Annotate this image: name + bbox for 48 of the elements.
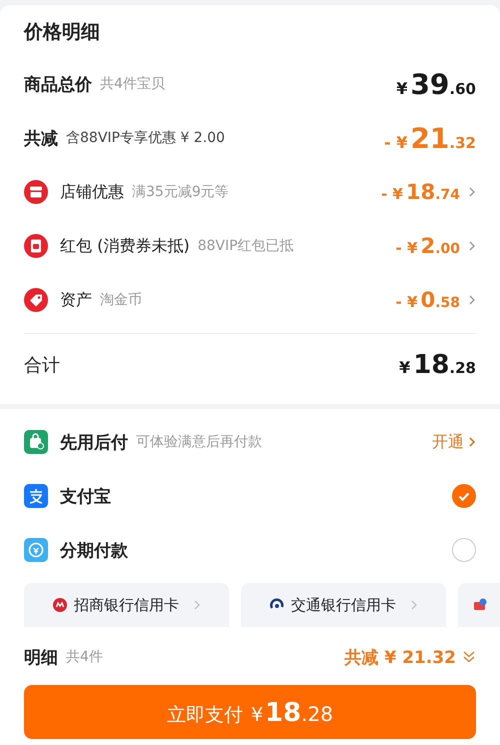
total-price: ¥18.28 [399, 350, 476, 380]
row-note: 共4件宝贝 [100, 75, 165, 93]
alipay-icon [24, 484, 48, 508]
row-label: 店铺优惠 [60, 182, 124, 202]
row-label: 共减 [24, 128, 58, 150]
price-value: - ¥18.74 [381, 180, 460, 204]
bank-card-label: 招商银行信用卡 [74, 596, 179, 614]
method-label: 分期付款 [60, 540, 128, 562]
method-note: 可体验满意后再付款 [136, 433, 262, 451]
price-value: - ¥21.32 [384, 122, 476, 154]
bank-card-label: 交通银行信用卡 [291, 596, 396, 614]
tag-icon [24, 288, 48, 312]
envelope-icon [24, 234, 48, 258]
chevron-right-icon [193, 599, 201, 611]
detail-label: 明细 [24, 646, 58, 668]
method-label: 先用后付 [60, 432, 128, 454]
row-note: 淘金币 [100, 291, 142, 309]
double-chevron-down-icon[interactable] [462, 650, 476, 664]
chevron-right-icon[interactable] [468, 294, 476, 306]
check-icon [458, 492, 470, 500]
price-value: - ¥0.58 [396, 288, 460, 312]
card-icon [472, 597, 488, 613]
row-label: 红包 (消费券未抵) [60, 236, 190, 256]
chevron-right-icon[interactable] [468, 186, 476, 198]
method-label: 支付宝 [60, 486, 111, 508]
row-note: 含88VIP专享优惠 ¥ 2.00 [66, 129, 225, 147]
shop-icon [24, 180, 48, 204]
saving-total: 共减 ¥ 21.32 [344, 646, 456, 668]
radio-button[interactable] [452, 538, 476, 562]
row-note: 满35元减9元等 [132, 183, 229, 201]
bank-logo-icon [52, 597, 68, 613]
section-title: 价格明细 [24, 20, 101, 45]
row-label: 资产 [60, 290, 92, 310]
chevron-right-icon [410, 599, 418, 611]
installment-icon [24, 538, 48, 562]
price-value: ¥39.60 [396, 68, 476, 100]
row-note: 88VIP红包已抵 [198, 237, 294, 255]
bank-card-option[interactable]: 招商银行信用卡 [24, 583, 229, 627]
bank-card-option[interactable]: 交通银行信用卡 [241, 583, 446, 627]
row-label: 合计 [24, 354, 60, 377]
price-value: - ¥2.00 [396, 234, 460, 258]
item-count: 共4件 [66, 648, 103, 666]
row-label: 商品总价 [24, 74, 92, 96]
bag-icon [24, 430, 48, 454]
bank-card-option[interactable] [458, 583, 500, 627]
radio-button[interactable] [452, 484, 476, 508]
chevron-right-icon[interactable] [468, 240, 476, 252]
chevron-right-icon [468, 436, 476, 448]
